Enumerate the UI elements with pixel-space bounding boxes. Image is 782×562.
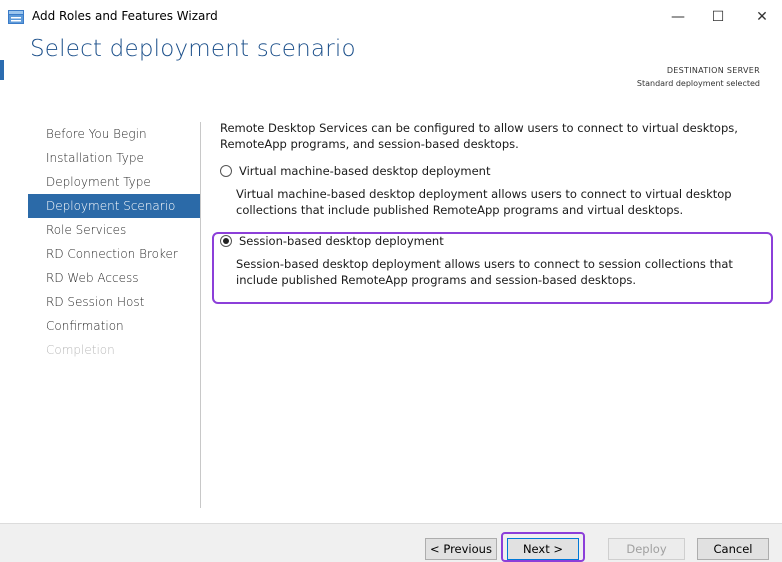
nav-item-rd-connection-broker[interactable]: RD Connection Broker	[28, 242, 200, 266]
vm-based-radio-row[interactable]: Virtual machine-based desktop deployment	[220, 162, 768, 180]
previous-button[interactable]: < Previous	[425, 538, 497, 560]
vm-based-label[interactable]: Virtual machine-based desktop deployment	[239, 164, 490, 178]
destination-server-value: Standard deployment selected	[636, 79, 760, 88]
deploy-button: Deploy	[608, 538, 685, 560]
nav-item-rd-web-access[interactable]: RD Web Access	[28, 266, 200, 290]
nav-item-confirmation[interactable]: Confirmation	[28, 314, 200, 338]
option-vm-based: Virtual machine-based desktop deployment…	[220, 162, 768, 218]
session-option-highlight	[212, 232, 773, 304]
server-manager-icon	[8, 10, 24, 24]
minimize-button[interactable]: —	[658, 0, 698, 34]
vm-based-description: Virtual machine-based desktop deployment…	[236, 187, 732, 217]
wizard-nav: Before You Begin Installation Type Deplo…	[28, 122, 200, 362]
sidebar-divider	[200, 122, 201, 508]
vm-based-radio[interactable]	[220, 165, 232, 177]
button-bar: < Previous Next > Deploy Cancel	[0, 523, 782, 562]
title-bar: Add Roles and Features Wizard — ☐ ✕	[0, 0, 782, 34]
close-button[interactable]: ✕	[742, 0, 782, 34]
next-button-highlight	[501, 532, 585, 562]
wizard-window: Add Roles and Features Wizard — ☐ ✕ Sele…	[0, 0, 782, 562]
page-title: Select deployment scenario	[30, 36, 356, 62]
left-accent-bar	[0, 60, 4, 80]
nav-item-deployment-scenario[interactable]: Deployment Scenario	[28, 194, 200, 218]
window-title: Add Roles and Features Wizard	[32, 9, 218, 23]
nav-item-role-services[interactable]: Role Services	[28, 218, 200, 242]
nav-item-deployment-type[interactable]: Deployment Type	[28, 170, 200, 194]
cancel-button[interactable]: Cancel	[697, 538, 769, 560]
nav-item-before-you-begin[interactable]: Before You Begin	[28, 122, 200, 146]
minimize-icon: —	[671, 9, 685, 25]
maximize-button[interactable]: ☐	[698, 0, 738, 34]
maximize-icon: ☐	[711, 9, 725, 25]
close-icon: ✕	[756, 9, 768, 25]
intro-text: Remote Desktop Services can be configure…	[220, 121, 738, 151]
nav-item-rd-session-host[interactable]: RD Session Host	[28, 290, 200, 314]
destination-server-label: DESTINATION SERVER	[666, 66, 760, 75]
nav-item-completion: Completion	[46, 343, 115, 357]
nav-item-installation-type[interactable]: Installation Type	[28, 146, 200, 170]
